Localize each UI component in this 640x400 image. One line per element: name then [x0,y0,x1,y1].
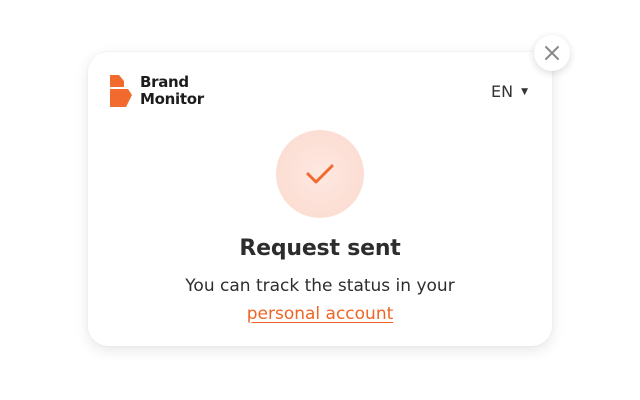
language-selector[interactable]: EN ▼ [491,82,528,101]
status-message-text: You can track the status in your [185,276,455,296]
modal-title: Request sent [239,236,401,261]
close-icon [545,46,559,60]
personal-account-link[interactable]: personal account [247,304,394,324]
request-sent-modal: Brand Monitor EN ▼ Request sent You can … [88,52,552,346]
status-message: You can track the status in your persona… [88,272,552,328]
success-badge [276,130,364,218]
brand-logo-text: Brand Monitor [140,74,204,108]
language-current: EN [491,82,514,101]
caret-down-icon: ▼ [521,86,528,97]
close-button[interactable] [534,35,570,71]
checkmark-icon [306,164,334,184]
brand-name-line1: Brand [140,73,189,91]
page: Brand Monitor EN ▼ Request sent You can … [0,0,640,400]
brand-logo-mark [110,75,132,107]
brand-name-line2: Monitor [140,90,204,108]
brand-logo[interactable]: Brand Monitor [110,74,204,108]
